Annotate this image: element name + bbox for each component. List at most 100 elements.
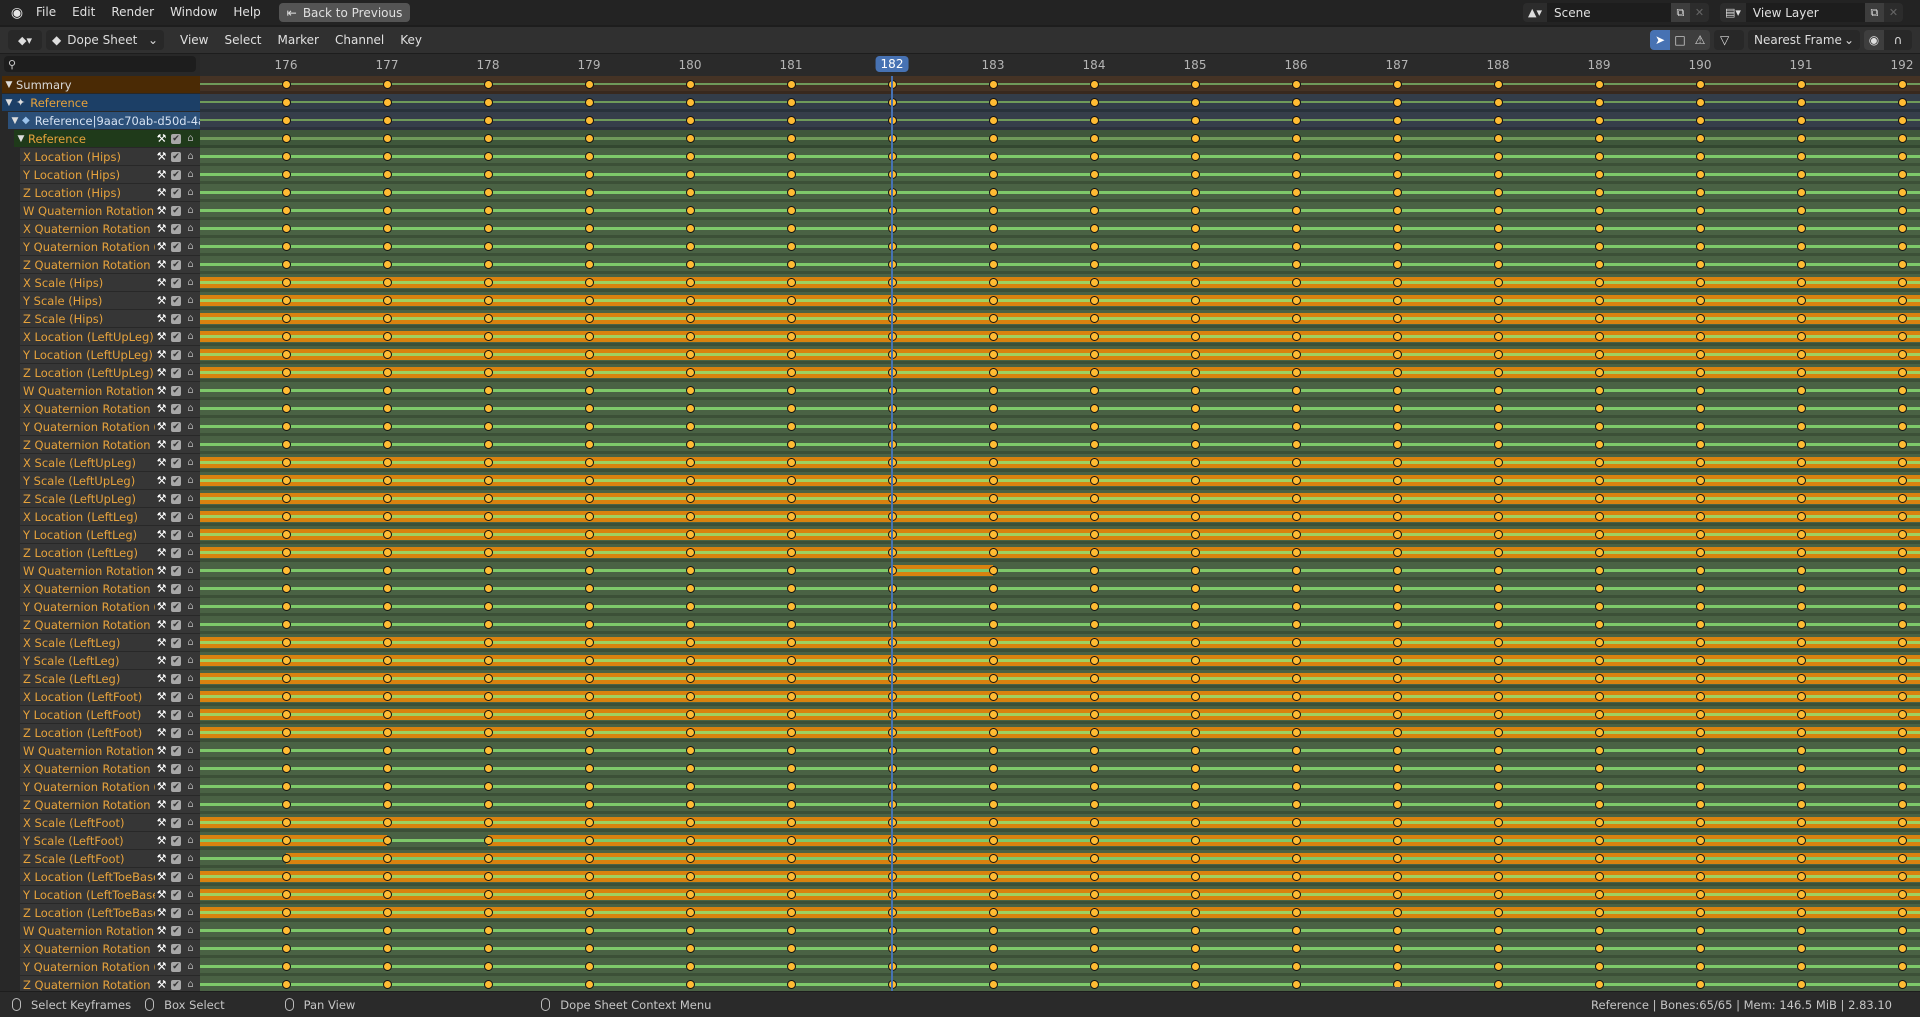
- keyframe[interactable]: [584, 674, 594, 683]
- keyframe[interactable]: [1089, 836, 1099, 845]
- keyframe[interactable]: [1392, 188, 1402, 197]
- keyframe[interactable]: [685, 926, 695, 935]
- keyframe[interactable]: [1796, 404, 1806, 413]
- keyframe[interactable]: [1392, 548, 1402, 557]
- keyframe[interactable]: [786, 494, 796, 503]
- channel-fcurve[interactable]: Z Location (Hips) ⚒ ✔ ⌂: [20, 184, 200, 201]
- keyframe[interactable]: [786, 368, 796, 377]
- keyframe[interactable]: [1897, 692, 1907, 701]
- keyframe[interactable]: [584, 944, 594, 953]
- keyframe[interactable]: [1190, 944, 1200, 953]
- keyframe[interactable]: [1796, 854, 1806, 863]
- keyframe[interactable]: [584, 278, 594, 287]
- keyframe[interactable]: [1089, 278, 1099, 287]
- keyframe[interactable]: [1796, 494, 1806, 503]
- keyframe[interactable]: [685, 260, 695, 269]
- modifier-wrench-icon[interactable]: ⚒: [155, 708, 168, 721]
- channel-fcurve[interactable]: Z Location (LeftFoot) ⚒ ✔ ⌂: [20, 724, 200, 741]
- keyframe[interactable]: [1392, 818, 1402, 827]
- keyframe[interactable]: [786, 98, 796, 107]
- keyframe[interactable]: [1695, 980, 1705, 989]
- mute-checkbox[interactable]: ✔: [171, 727, 181, 738]
- keyframe[interactable]: [1493, 800, 1503, 809]
- keyframe[interactable]: [1089, 764, 1099, 773]
- keyframe[interactable]: [382, 116, 392, 125]
- keyframe[interactable]: [1190, 206, 1200, 215]
- keyframe[interactable]: [1493, 80, 1503, 89]
- keyframe[interactable]: [786, 782, 796, 791]
- keyframe[interactable]: [1291, 602, 1301, 611]
- keyframe[interactable]: [1897, 206, 1907, 215]
- proportional-edit-icon[interactable]: ◉: [1864, 30, 1884, 50]
- channel-fcurve[interactable]: W Quaternion Rotation (Hips)⚒✔⌂: [20, 202, 200, 219]
- keyframe[interactable]: [685, 602, 695, 611]
- keyframe[interactable]: [1291, 638, 1301, 647]
- channel-fcurve[interactable]: X Location (LeftLeg) ⚒ ✔ ⌂: [20, 508, 200, 525]
- keyframe[interactable]: [1190, 386, 1200, 395]
- keyframe[interactable]: [1796, 674, 1806, 683]
- keyframe[interactable]: [483, 548, 493, 557]
- keyframe[interactable]: [1190, 296, 1200, 305]
- keyframe[interactable]: [483, 512, 493, 521]
- mode-dropdown[interactable]: ◆ Dope Sheet ⌄: [46, 30, 164, 50]
- channel-fcurve[interactable]: X Scale (LeftFoot) ⚒ ✔ ⌂: [20, 814, 200, 831]
- unlock-icon[interactable]: ⌂: [184, 727, 197, 738]
- keyframe[interactable]: [786, 746, 796, 755]
- keyframe[interactable]: [1190, 476, 1200, 485]
- keyframe[interactable]: [1594, 962, 1604, 971]
- mute-checkbox[interactable]: ✔: [171, 547, 181, 558]
- delete-scene-icon[interactable]: ✕: [1689, 3, 1709, 22]
- keyframe[interactable]: [584, 620, 594, 629]
- channel-fcurve[interactable]: Y Quaternion Rotation (LeftLeg)⚒✔⌂: [20, 598, 200, 615]
- keyframe[interactable]: [1392, 260, 1402, 269]
- keyframe[interactable]: [1897, 944, 1907, 953]
- modifier-wrench-icon[interactable]: ⚒: [155, 582, 168, 595]
- channel-fcurve[interactable]: X Location (LeftFoot) ⚒ ✔ ⌂: [20, 688, 200, 705]
- keyframe[interactable]: [281, 152, 291, 161]
- keyframe[interactable]: [786, 260, 796, 269]
- keyframe[interactable]: [584, 512, 594, 521]
- keyframe[interactable]: [1493, 134, 1503, 143]
- keyframe[interactable]: [786, 314, 796, 323]
- unlock-icon[interactable]: ⌂: [184, 691, 197, 702]
- keyframe[interactable]: [1695, 80, 1705, 89]
- keyframe[interactable]: [483, 98, 493, 107]
- keyframe[interactable]: [483, 710, 493, 719]
- modifier-wrench-icon[interactable]: ⚒: [155, 240, 168, 253]
- keyframe[interactable]: [1190, 98, 1200, 107]
- channel-fcurve[interactable]: Y Location (LeftFoot) ⚒ ✔ ⌂: [20, 706, 200, 723]
- keyframe[interactable]: [1796, 746, 1806, 755]
- keyframe[interactable]: [988, 710, 998, 719]
- keyframe[interactable]: [1897, 908, 1907, 917]
- keyframe[interactable]: [584, 746, 594, 755]
- keyframe[interactable]: [1695, 800, 1705, 809]
- keyframe[interactable]: [382, 656, 392, 665]
- channel-action[interactable]: ▼ ◆ Reference|9aac70ab-d50d-4af9: [8, 112, 200, 129]
- keyframe[interactable]: [1089, 440, 1099, 449]
- keyframe[interactable]: [1190, 548, 1200, 557]
- keyframe[interactable]: [1190, 188, 1200, 197]
- channel-fcurve[interactable]: X Location (LeftUpLeg) ⚒ ✔ ⌂: [20, 328, 200, 345]
- keyframe[interactable]: [483, 890, 493, 899]
- unlock-icon[interactable]: ⌂: [184, 475, 197, 486]
- keyframe[interactable]: [1594, 818, 1604, 827]
- keyframe[interactable]: [1392, 620, 1402, 629]
- keyframe[interactable]: [786, 332, 796, 341]
- keyframe[interactable]: [1796, 206, 1806, 215]
- keyframe[interactable]: [1392, 962, 1402, 971]
- keyframe[interactable]: [1796, 620, 1806, 629]
- keyframe[interactable]: [1796, 224, 1806, 233]
- keyframe[interactable]: [1594, 602, 1604, 611]
- keyframe[interactable]: [1190, 368, 1200, 377]
- keyframe[interactable]: [1695, 368, 1705, 377]
- keyframe[interactable]: [1190, 134, 1200, 143]
- channel-fcurve[interactable]: X Scale (LeftUpLeg) ⚒ ✔ ⌂: [20, 454, 200, 471]
- unlock-icon[interactable]: ⌂: [184, 241, 197, 252]
- modifier-wrench-icon[interactable]: ⚒: [155, 366, 168, 379]
- channel-fcurve[interactable]: W Quaternion Rotation (LeftLeg)⚒✔⌂: [20, 562, 200, 579]
- keyframe[interactable]: [483, 980, 493, 989]
- keyframe[interactable]: [1695, 170, 1705, 179]
- keyframe[interactable]: [1594, 656, 1604, 665]
- keyframe[interactable]: [1796, 980, 1806, 989]
- keyframe[interactable]: [988, 620, 998, 629]
